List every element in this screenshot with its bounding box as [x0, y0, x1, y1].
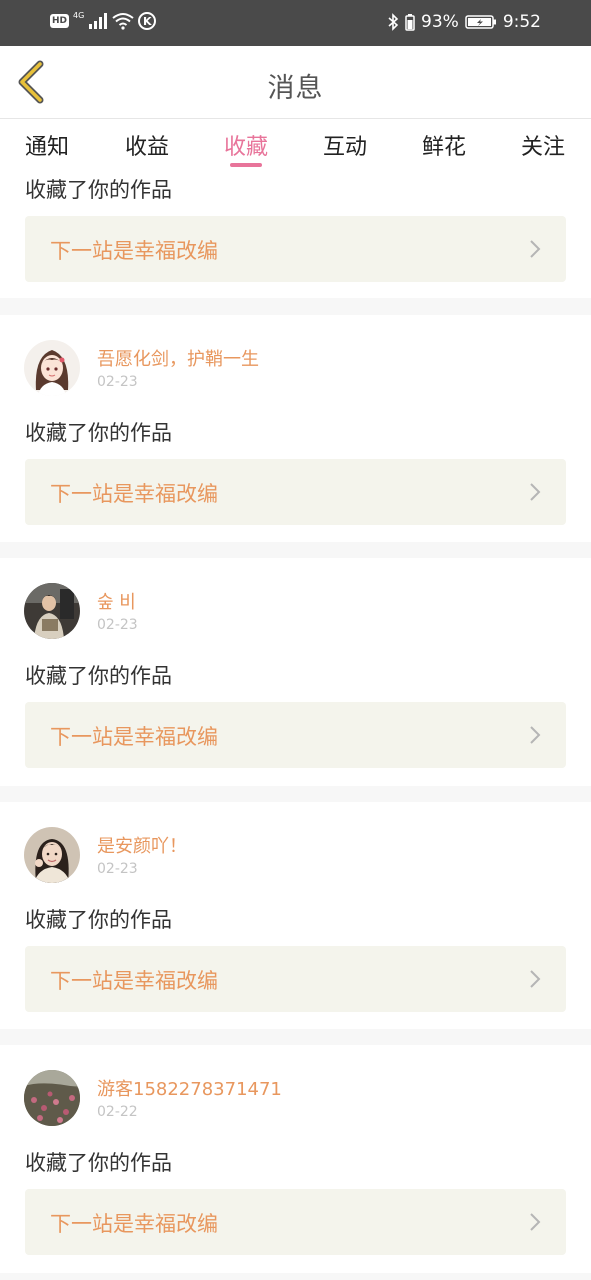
message-date: 02-23 — [97, 374, 138, 390]
action-text: 收藏了你的作品 — [25, 1151, 172, 1175]
work-link[interactable]: 下一站是幸福改编 — [25, 946, 566, 1012]
chevron-right-icon — [530, 483, 541, 501]
bluetooth-icon — [388, 13, 399, 31]
user-avatar[interactable] — [24, 583, 80, 639]
message-card: 游客1582278371471 02-22 收藏了你的作品 下一站是幸福改编 — [0, 1045, 591, 1273]
page-title: 消息 — [267, 73, 324, 104]
tab-interactions[interactable]: 互动 — [310, 129, 380, 161]
chevron-right-icon — [530, 726, 541, 744]
work-link[interactable]: 下一站是幸福改编 — [25, 216, 566, 282]
work-title: 下一站是幸福改编 — [50, 239, 218, 263]
work-link[interactable]: 下一站是幸福改编 — [25, 1189, 566, 1255]
battery-percent: 93% — [421, 12, 459, 32]
network-label: 4G — [73, 10, 85, 20]
message-card: 숲 비 02-23 收藏了你的作品 下一站是幸福改编 — [0, 558, 591, 786]
tab-favorites[interactable]: 收藏 — [211, 129, 281, 161]
username[interactable]: 是安颜吖！ — [97, 832, 187, 858]
tab-notifications[interactable]: 通知 — [12, 129, 82, 161]
k-badge-icon: K — [138, 12, 157, 30]
anime-girl-avatar-icon — [24, 340, 80, 396]
status-left: HD 4G K — [50, 10, 157, 30]
work-title: 下一站是幸福改编 — [50, 1212, 218, 1236]
action-text: 收藏了你的作品 — [25, 178, 172, 202]
battery-saver-icon — [405, 14, 415, 31]
action-text: 收藏了你的作品 — [25, 421, 172, 445]
tab-following[interactable]: 关注 — [508, 129, 578, 161]
message-date: 02-23 — [97, 861, 138, 877]
message-card: 是安颜吖！ 02-23 收藏了你的作品 下一站是幸福改编 — [0, 802, 591, 1029]
username[interactable]: 游客1582278371471 — [97, 1075, 282, 1101]
tab-bar: 通知 收益 收藏 互动 鲜花 关注 — [0, 119, 591, 170]
action-text: 收藏了你的作品 — [25, 664, 172, 688]
user-avatar[interactable] — [24, 340, 80, 396]
active-tab-indicator — [230, 163, 262, 167]
message-card: 吾愿化剑，护鞘一生 02-23 收藏了你的作品 下一站是幸福改编 — [0, 315, 591, 542]
work-title: 下一站是幸福改编 — [50, 725, 218, 749]
wifi-icon — [112, 13, 134, 30]
action-text: 收藏了你的作品 — [25, 908, 172, 932]
message-date: 02-23 — [97, 617, 138, 633]
status-bar: HD 4G K 93% 9:52 — [0, 0, 591, 46]
username[interactable]: 吾愿化剑，护鞘一生 — [97, 345, 259, 371]
photo-avatar-street-icon — [24, 583, 80, 639]
message-date: 02-22 — [97, 1104, 138, 1120]
chevron-right-icon — [530, 970, 541, 988]
message-list[interactable]: 收藏了你的作品 下一站是幸福改编 吾愿化剑，护鞘一生 02-23 收藏了你的作品… — [0, 170, 591, 1280]
photo-avatar-girl-icon — [24, 827, 80, 883]
status-right: 93% 9:52 — [387, 12, 541, 32]
photo-avatar-flowers-icon — [24, 1070, 80, 1126]
work-link[interactable]: 下一站是幸福改编 — [25, 702, 566, 768]
chevron-right-icon — [530, 240, 541, 258]
tab-earnings[interactable]: 收益 — [112, 129, 182, 161]
tab-flowers[interactable]: 鲜花 — [409, 129, 479, 161]
chevron-right-icon — [530, 1213, 541, 1231]
work-title: 下一站是幸福改编 — [50, 969, 218, 993]
header-bar: 消息 — [0, 46, 591, 119]
battery-icon — [465, 15, 496, 29]
signal-icon — [89, 13, 108, 29]
work-title: 下一站是幸福改编 — [50, 482, 218, 506]
user-avatar[interactable] — [24, 1070, 80, 1126]
work-link[interactable]: 下一站是幸福改编 — [25, 459, 566, 525]
clock: 9:52 — [502, 12, 541, 32]
username[interactable]: 숲 비 — [97, 588, 136, 614]
message-card: 收藏了你的作品 下一站是幸福改编 — [0, 170, 591, 298]
user-avatar[interactable] — [24, 827, 80, 883]
hd-badge: HD — [50, 14, 70, 28]
